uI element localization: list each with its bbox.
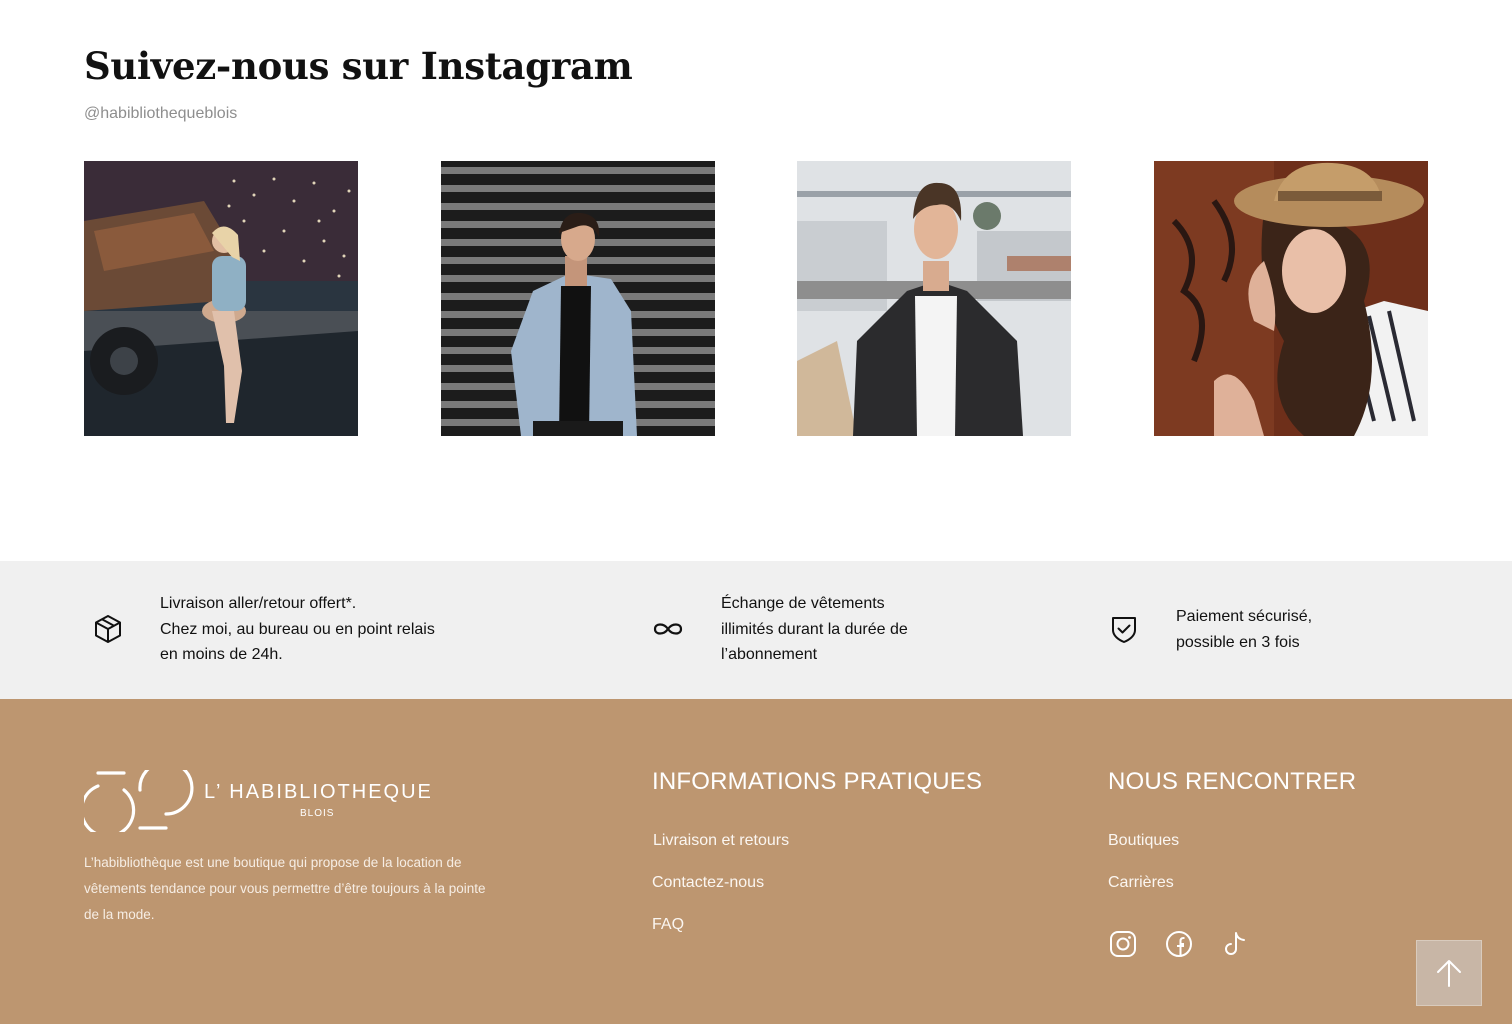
infinity-icon (653, 623, 683, 635)
site-footer: L’ HABIBLIOTHEQUE BLOIS L’habibliothèque… (0, 699, 1512, 1024)
instagram-grid (84, 161, 1428, 436)
facebook-icon[interactable] (1164, 929, 1194, 959)
link-delivery-returns[interactable]: Livraison et retours (653, 832, 789, 850)
logo-city: BLOIS (300, 808, 334, 819)
photo-man-black-puffer-jacket (797, 161, 1071, 436)
back-to-top-button[interactable] (1416, 940, 1482, 1006)
feature-text: Livraison aller/retour offert*. Chez moi… (160, 591, 435, 668)
feature-line: illimités durant la durée de (721, 620, 908, 638)
arrow-up-icon (1437, 960, 1461, 987)
features-band: Livraison aller/retour offert*. Chez moi… (0, 561, 1512, 699)
link-stores[interactable]: Boutiques (1108, 832, 1179, 850)
tiktok-icon[interactable] (1220, 929, 1250, 959)
instagram-handle-link[interactable]: @habibliothequeblois (84, 105, 237, 123)
shield-check-icon (1112, 617, 1136, 643)
description-line: de la mode. (84, 907, 155, 922)
feature-line: Chez moi, au bureau ou en point relais (160, 620, 435, 638)
photo-woman-straw-hat (1154, 161, 1428, 436)
feature-line: Paiement sécurisé, (1176, 608, 1313, 625)
feature-line: en moins de 24h. (160, 646, 283, 663)
feature-text: Paiement sécurisé, possible en 3 fois (1176, 604, 1312, 655)
feature-line: Échange de vêtements (721, 595, 885, 612)
photo-woman-vintage-truck (84, 161, 358, 436)
feature-line: possible en 3 fois (1176, 633, 1300, 651)
instagram-section: Suivez-nous sur Instagram @habibliothequ… (0, 0, 1512, 561)
description-line: vêtements tendance pour vous permettre d… (84, 881, 486, 896)
logo-name: L’ HABIBLIOTHEQUE (204, 781, 433, 803)
instagram-icon[interactable] (1108, 929, 1138, 959)
instagram-post-2[interactable] (441, 161, 715, 436)
photo-man-denim-jacket (441, 161, 715, 436)
feature-line: l’abonnement (721, 646, 818, 663)
info-column-title: INFORMATIONS PRATIQUES (652, 768, 983, 795)
instagram-post-4[interactable] (1154, 161, 1428, 436)
feature-text: Échange de vêtements illimités durant la… (721, 591, 908, 668)
feature-line: Livraison aller/retour offert*. (160, 595, 357, 612)
brand-logo[interactable]: L’ HABIBLIOTHEQUE BLOIS (84, 770, 434, 832)
description-line: L’habibliothèque est une boutique qui pr… (84, 855, 462, 870)
link-faq[interactable]: FAQ (652, 916, 684, 934)
instagram-post-3[interactable] (797, 161, 1071, 436)
instagram-post-1[interactable] (84, 161, 358, 436)
section-title: Suivez-nous sur Instagram (84, 44, 633, 88)
package-box-icon (95, 615, 121, 643)
link-contact[interactable]: Contactez-nous (652, 874, 764, 892)
link-careers[interactable]: Carrières (1108, 874, 1174, 892)
footer-description: L’habibliothèque est une boutique qui pr… (84, 850, 524, 928)
meet-column-title: NOUS RENCONTRER (1108, 768, 1357, 795)
